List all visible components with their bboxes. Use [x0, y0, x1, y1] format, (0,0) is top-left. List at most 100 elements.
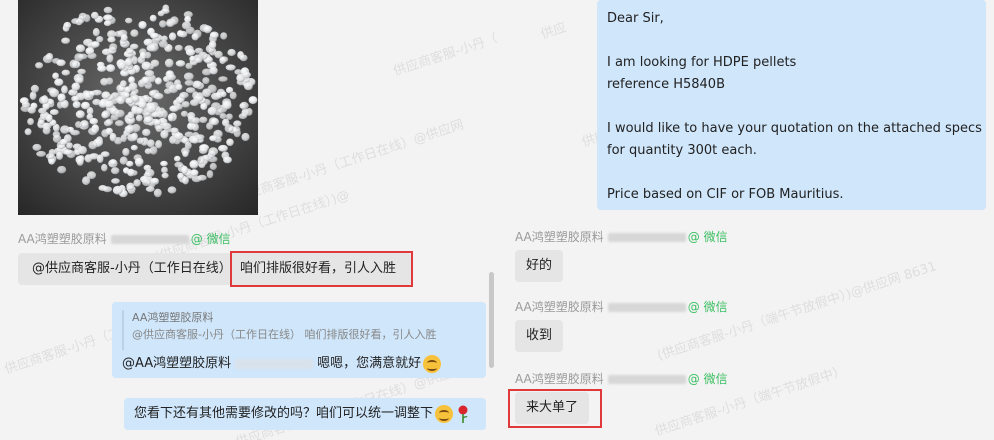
- pellet: [107, 36, 116, 43]
- pellet: [38, 96, 49, 105]
- sender-label: AA鸿塑塑胶原料 @ 微信: [515, 298, 728, 315]
- email-blank-line: [607, 96, 976, 118]
- pellet: [167, 186, 177, 194]
- pellet: [101, 163, 108, 172]
- pellet: [184, 79, 194, 86]
- pellet: [167, 113, 175, 122]
- reply-line: @AA鸿塑塑胶原料 嗯嗯，您满意就好: [122, 354, 442, 374]
- reply-card[interactable]: AA鸿塑塑胶原料 @供应商客服-小丹（工作日在线） 咱们排版很好看，引人入胜 @…: [112, 302, 486, 378]
- rose-emoji-icon: [458, 405, 468, 423]
- pellet: [198, 51, 208, 60]
- pellet: [30, 84, 39, 93]
- pellet: [42, 126, 51, 135]
- pellet: [127, 168, 135, 177]
- message-bubble[interactable]: 收到: [515, 320, 564, 352]
- pellet: [69, 59, 79, 69]
- pellet: [54, 78, 64, 86]
- pellet: [174, 44, 183, 52]
- pellet: [61, 69, 70, 76]
- pellet: [57, 165, 67, 174]
- pellet: [189, 159, 199, 169]
- sender-name: AA鸿塑塑胶原料: [515, 230, 604, 244]
- smile-emoji-icon: [435, 404, 454, 423]
- pellet: [77, 68, 86, 75]
- pellet: [24, 128, 32, 136]
- pellet: [45, 153, 55, 160]
- pellet: [125, 125, 135, 134]
- pellet: [134, 157, 144, 166]
- pellet: [141, 61, 152, 71]
- pellet: [125, 97, 134, 105]
- wechat-tag: @ 微信: [687, 372, 728, 386]
- pellet: [133, 179, 141, 187]
- pellet: [103, 15, 113, 21]
- message-bubble[interactable]: 好的: [515, 250, 564, 282]
- pellet: [109, 159, 117, 166]
- pellet: [185, 62, 193, 70]
- pellet: [166, 20, 175, 28]
- pellet: [103, 20, 112, 27]
- pellet: [207, 84, 217, 94]
- redacted-id: [607, 303, 686, 312]
- pellet: [190, 169, 199, 177]
- pellet: [161, 122, 172, 130]
- pellet: [111, 178, 120, 184]
- pellet: [244, 82, 253, 91]
- pellet: [220, 91, 227, 98]
- image-message-hdpe-pellets[interactable]: [18, 0, 258, 215]
- pellet: [119, 156, 128, 165]
- pellet: [92, 28, 100, 37]
- scrollbar[interactable]: [489, 272, 494, 368]
- pellet: [225, 64, 236, 71]
- pellet: [174, 161, 184, 168]
- pellet: [130, 29, 139, 37]
- pellet: [27, 118, 34, 126]
- pellet: [160, 160, 168, 167]
- pellet: [174, 155, 181, 162]
- redacted-id: [607, 233, 686, 242]
- pellet: [179, 30, 188, 38]
- pellet: [135, 114, 143, 122]
- left-chat-pane: 供应商客服-小丹（工作 供应商客服-小丹（工作日在线）@供应网 (供应商客服-小…: [0, 0, 497, 440]
- pellet: [70, 129, 80, 136]
- pellet: [101, 111, 109, 119]
- pellet: [153, 92, 164, 100]
- quoted-sender: AA鸿塑塑胶原料: [132, 311, 214, 324]
- email-message-bubble[interactable]: Dear Sir, I am looking for HDPE pellets …: [597, 0, 986, 210]
- pellet: [208, 147, 219, 156]
- pellet: [49, 109, 59, 116]
- pellet: [156, 110, 165, 118]
- pellet: [145, 186, 155, 193]
- pellet: [56, 59, 66, 67]
- pellet: [135, 107, 144, 114]
- pellet: [112, 185, 123, 195]
- pellet: [148, 43, 159, 52]
- pellet: [56, 141, 66, 150]
- message-bubble[interactable]: 您看下还有其他需要修改的吗？咱们可以统一调整下: [124, 398, 486, 430]
- email-blank-line: [607, 30, 976, 52]
- watermark: 供应商客服-小丹（工作: [391, 23, 497, 80]
- reply-text: 嗯嗯，您满意就好: [317, 356, 422, 371]
- wechat-tag: @ 微信: [190, 232, 231, 246]
- reply-mention: @AA鸿塑塑胶原料: [122, 356, 232, 371]
- sender-label: AA鸿塑塑胶原料 @ 微信: [515, 228, 728, 245]
- pellet: [239, 102, 247, 109]
- pellet: [115, 109, 125, 118]
- pellet: [147, 139, 155, 148]
- pellet: [233, 120, 242, 127]
- pellet: [91, 41, 100, 48]
- pellet: [149, 14, 157, 22]
- pellet: [127, 111, 135, 120]
- pellet: [66, 142, 73, 149]
- pellet: [154, 77, 162, 85]
- pellet: [45, 52, 54, 61]
- pellet: [191, 117, 201, 124]
- pellet: [146, 104, 157, 113]
- pellet: [35, 62, 44, 69]
- pellet: [199, 147, 208, 155]
- pellet: [120, 134, 128, 143]
- pellet: [101, 91, 111, 99]
- pellet: [190, 99, 199, 107]
- pellet: [206, 170, 214, 179]
- pellet: [136, 137, 145, 145]
